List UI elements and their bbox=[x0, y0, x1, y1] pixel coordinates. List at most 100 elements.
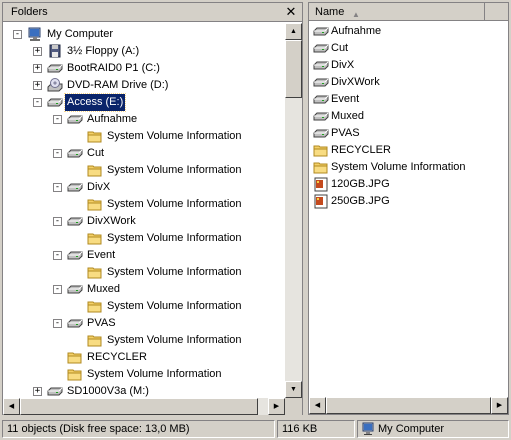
tree-node-label[interactable]: System Volume Information bbox=[105, 196, 244, 213]
name-column-header[interactable]: Name ▲ bbox=[309, 3, 485, 21]
computer-icon bbox=[362, 422, 374, 435]
contents-scroll-right-button[interactable]: ▶ bbox=[491, 397, 508, 414]
expand-icon[interactable]: + bbox=[33, 47, 42, 56]
tree-node[interactable]: System Volume Information bbox=[3, 162, 285, 179]
list-item-label: Event bbox=[331, 93, 360, 105]
tree-node[interactable]: System Volume Information bbox=[3, 366, 285, 383]
tree-node[interactable]: - My Computer bbox=[3, 26, 285, 43]
tree-node[interactable]: - Aufnahme bbox=[3, 111, 285, 128]
collapse-icon[interactable]: - bbox=[53, 319, 62, 328]
tree-node-label[interactable]: System Volume Information bbox=[85, 366, 224, 383]
tree-node-label[interactable]: System Volume Information bbox=[105, 298, 244, 315]
tree-node[interactable]: - Access (E:) bbox=[3, 93, 285, 112]
folder-icon bbox=[313, 143, 329, 158]
drive-icon bbox=[67, 146, 83, 161]
scroll-down-button[interactable]: ▼ bbox=[285, 381, 302, 398]
expand-icon[interactable]: + bbox=[33, 387, 42, 396]
vertical-scroll-thumb[interactable] bbox=[285, 40, 302, 98]
tree-node[interactable]: +3½ Floppy (A:) bbox=[3, 43, 285, 60]
tree-node-label[interactable]: Aufnahme bbox=[85, 111, 139, 128]
list-item-label: 120GB.JPG bbox=[331, 178, 390, 190]
tree-node-label[interactable]: SD1000V3a (M:) bbox=[65, 383, 151, 398]
contents-horizontal-scrollbar[interactable]: ◀ ▶ bbox=[309, 397, 508, 414]
tree-node-label[interactable]: DivXWork bbox=[85, 213, 138, 230]
status-location: My Computer bbox=[357, 420, 509, 438]
tree-node[interactable]: - Event bbox=[3, 247, 285, 264]
folder-icon bbox=[87, 299, 103, 314]
tree-node-label[interactable]: System Volume Information bbox=[105, 128, 244, 145]
tree-horizontal-scrollbar[interactable]: ◀ ▶ bbox=[3, 398, 285, 415]
drive-icon bbox=[67, 282, 83, 297]
tree-node-label[interactable]: PVAS bbox=[85, 315, 118, 332]
collapse-icon[interactable]: - bbox=[13, 30, 22, 39]
collapse-icon[interactable]: - bbox=[53, 149, 62, 158]
collapse-icon[interactable]: - bbox=[53, 115, 62, 124]
tree-node-label[interactable]: System Volume Information bbox=[105, 264, 244, 281]
list-item-label: DivXWork bbox=[331, 76, 380, 88]
scroll-left-button[interactable]: ◀ bbox=[3, 398, 20, 415]
tree-node-label[interactable]: System Volume Information bbox=[105, 162, 244, 179]
close-folders-button[interactable]: ✕ bbox=[284, 5, 298, 19]
tree-node-label[interactable]: 3½ Floppy (A:) bbox=[65, 43, 141, 60]
tree-node-label[interactable]: Access (E:) bbox=[63, 93, 127, 112]
tree-node-label[interactable]: DVD-RAM Drive (D:) bbox=[65, 77, 170, 94]
folder-icon bbox=[87, 231, 103, 246]
tree-node[interactable]: + SD1000V3a (M:) bbox=[3, 383, 285, 398]
tree-node[interactable]: + DVD-RAM Drive (D:) bbox=[3, 77, 285, 94]
tree-node[interactable]: - Cut bbox=[3, 145, 285, 162]
tree-node[interactable]: System Volume Information bbox=[3, 298, 285, 315]
collapse-icon[interactable]: - bbox=[53, 183, 62, 192]
tree-node[interactable]: System Volume Information bbox=[3, 264, 285, 281]
collapse-icon[interactable]: - bbox=[53, 217, 62, 226]
tree-node-label[interactable]: RECYCLER bbox=[85, 349, 149, 366]
tree-node-label[interactable]: My Computer bbox=[45, 26, 115, 43]
contents-scroll-left-button[interactable]: ◀ bbox=[309, 397, 326, 414]
tree-node[interactable]: - DivX bbox=[3, 179, 285, 196]
drive-icon bbox=[313, 58, 329, 73]
tree-vertical-scrollbar[interactable]: ▲ ▼ bbox=[285, 23, 302, 398]
expand-icon[interactable]: + bbox=[33, 64, 42, 73]
status-location-label: My Computer bbox=[378, 423, 445, 435]
horizontal-scroll-thumb[interactable] bbox=[20, 398, 258, 415]
tree-node-label[interactable]: System Volume Information bbox=[105, 230, 244, 247]
expand-icon[interactable]: + bbox=[33, 81, 42, 90]
contents-horizontal-scroll-thumb[interactable] bbox=[326, 397, 491, 414]
collapse-icon[interactable]: - bbox=[53, 285, 62, 294]
folders-title: Folders bbox=[11, 6, 48, 18]
tree-node[interactable]: - PVAS bbox=[3, 315, 285, 332]
folder-icon bbox=[87, 333, 103, 348]
tree-node[interactable]: - DivXWork bbox=[3, 213, 285, 230]
scroll-up-button[interactable]: ▲ bbox=[285, 23, 302, 40]
status-size: 116 KB bbox=[277, 420, 355, 438]
drive-icon bbox=[47, 95, 63, 110]
drive-icon bbox=[47, 384, 63, 398]
tree-node-label[interactable]: Cut bbox=[85, 145, 106, 162]
tree-node[interactable]: + BootRAID0 P1 (C:) bbox=[3, 60, 285, 77]
drive-icon bbox=[47, 61, 63, 76]
folders-header: Folders ✕ bbox=[3, 3, 302, 22]
folder-icon bbox=[87, 163, 103, 178]
column-header-bar: Name ▲ bbox=[309, 3, 508, 21]
tree-node-label[interactable]: Muxed bbox=[85, 281, 122, 298]
folder-icon bbox=[87, 197, 103, 212]
status-bar: 11 objects (Disk free space: 13,0 MB) 11… bbox=[0, 418, 511, 440]
collapse-icon[interactable]: - bbox=[53, 251, 62, 260]
tree-node[interactable]: - Muxed bbox=[3, 281, 285, 298]
list-item-label: Cut bbox=[331, 42, 349, 54]
tree-node-label[interactable]: BootRAID0 P1 (C:) bbox=[65, 60, 162, 77]
folder-icon bbox=[87, 129, 103, 144]
tree-node-label[interactable]: DivX bbox=[85, 179, 112, 196]
collapse-icon[interactable]: - bbox=[33, 98, 42, 107]
scroll-right-button[interactable]: ▶ bbox=[268, 398, 285, 415]
tree-node[interactable]: System Volume Information bbox=[3, 128, 285, 145]
tree-node[interactable]: System Volume Information bbox=[3, 196, 285, 213]
list-item-label: Aufnahme bbox=[331, 25, 382, 37]
drive-icon bbox=[67, 180, 83, 195]
floppy-icon bbox=[47, 44, 63, 59]
tree-node[interactable]: RECYCLER bbox=[3, 349, 285, 366]
tree-node[interactable]: System Volume Information bbox=[3, 332, 285, 349]
list-item-label: PVAS bbox=[331, 127, 360, 139]
tree-node-label[interactable]: System Volume Information bbox=[105, 332, 244, 349]
tree-node-label[interactable]: Event bbox=[85, 247, 117, 264]
tree-node[interactable]: System Volume Information bbox=[3, 230, 285, 247]
